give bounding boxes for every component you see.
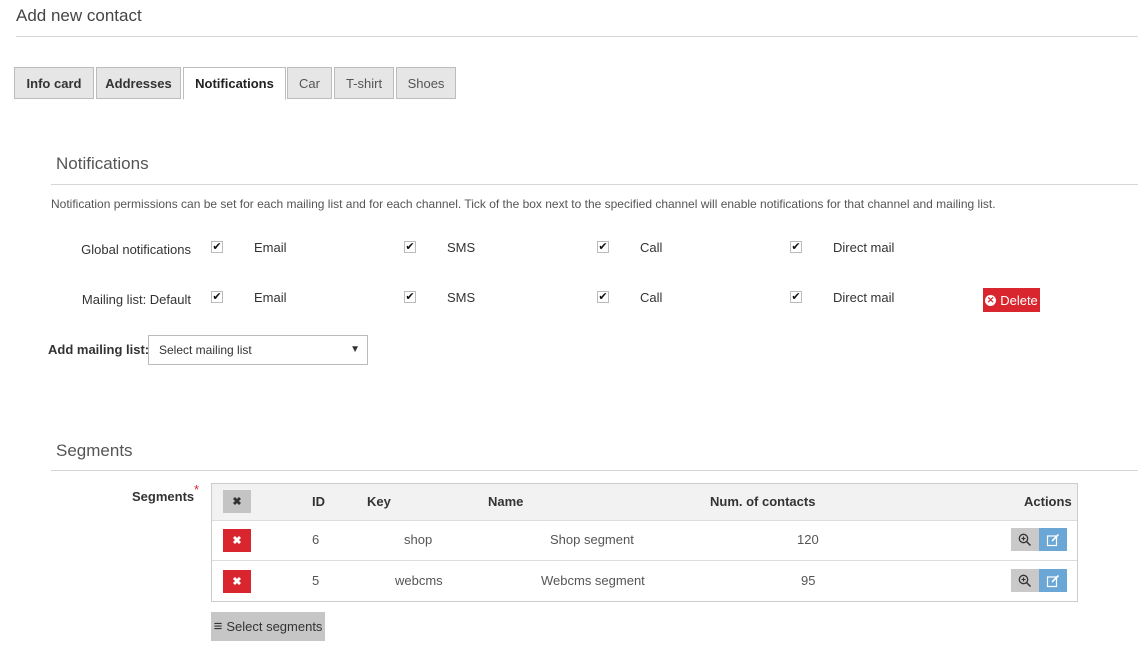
tab-addresses[interactable]: Addresses (96, 67, 181, 99)
default-sms-label: SMS (447, 290, 476, 305)
remove-segment-button[interactable]: ✖ (223, 570, 251, 593)
default-call-checkbox[interactable]: ✔ (597, 291, 609, 303)
close-icon: ✖ (232, 576, 242, 588)
notifications-description: Notification permissions can be set for … (51, 197, 996, 211)
view-segment-button[interactable] (1011, 569, 1039, 592)
close-icon: ✖ (232, 496, 242, 508)
header-num-contacts[interactable]: Num. of contacts (710, 494, 815, 509)
global-email-label: Email (254, 240, 287, 255)
tab-info-card[interactable]: Info card (14, 67, 94, 99)
global-call-checkbox[interactable]: ✔ (597, 241, 609, 253)
default-email-checkbox[interactable]: ✔ (211, 291, 223, 303)
view-segment-button[interactable] (1011, 528, 1039, 551)
segments-divider (51, 470, 1138, 471)
notifications-section-title: Notifications (56, 154, 149, 173)
cell-key: webcms (395, 573, 443, 588)
default-call-label: Call (640, 290, 663, 305)
remove-all-button[interactable]: ✖ (223, 490, 251, 513)
cell-key: shop (404, 532, 433, 547)
zoom-in-icon (1018, 533, 1032, 546)
global-notifications-label: Global notifications (81, 242, 191, 257)
chevron-down-icon: ▼ (350, 344, 360, 355)
global-direct-mail-checkbox[interactable]: ✔ (790, 241, 802, 253)
remove-segment-button[interactable]: ✖ (223, 529, 251, 552)
header-actions: Actions (1024, 494, 1072, 509)
close-icon: ✖ (232, 535, 242, 547)
header-key[interactable]: Key (367, 494, 391, 509)
close-circle-icon: ✕ (985, 294, 997, 306)
segments-section-title: Segments (56, 441, 133, 460)
delete-mailing-list-button[interactable]: ✕ Delete (983, 288, 1040, 312)
default-direct-mail-label: Direct mail (833, 290, 895, 305)
cell-num-contacts: 120 (797, 532, 819, 547)
add-mailing-list-label: Add mailing list: (48, 342, 150, 357)
edit-icon (1046, 533, 1060, 546)
header-id[interactable]: ID (312, 494, 325, 509)
cell-name: Webcms segment (541, 573, 645, 588)
global-email-checkbox[interactable]: ✔ (211, 241, 223, 253)
default-email-label: Email (254, 290, 287, 305)
cell-num-contacts: 95 (801, 573, 816, 588)
default-direct-mail-checkbox[interactable]: ✔ (790, 291, 802, 303)
tab-t-shirt[interactable]: T-shirt (334, 67, 394, 99)
select-segments-button[interactable]: ≡ Select segments (211, 612, 325, 641)
select-segments-label: Select segments (226, 619, 323, 634)
tab-notifications[interactable]: Notifications (183, 67, 286, 100)
global-sms-label: SMS (447, 240, 476, 255)
global-sms-checkbox[interactable]: ✔ (404, 241, 416, 253)
notifications-divider (51, 184, 1138, 185)
title-divider (16, 36, 1138, 37)
edit-segment-button[interactable] (1039, 569, 1067, 592)
mailing-list-select[interactable]: Select mailing list ▼ (148, 335, 368, 365)
table-header: ✖ ID Key Name Num. of contacts Actions (212, 484, 1077, 521)
global-call-label: Call (640, 240, 663, 255)
delete-button-label: Delete (1000, 292, 1038, 308)
cell-id: 5 (312, 573, 320, 588)
tab-car[interactable]: Car (287, 67, 332, 99)
table-row: ✖ 6 shop Shop segment 120 (212, 520, 1077, 561)
table-row: ✖ 5 webcms Webcms segment 95 (212, 561, 1077, 601)
default-sms-checkbox[interactable]: ✔ (404, 291, 416, 303)
edit-segment-button[interactable] (1039, 528, 1067, 551)
zoom-in-icon (1018, 574, 1032, 587)
menu-icon: ≡ (213, 618, 223, 635)
required-mark: * (194, 482, 200, 497)
global-direct-mail-label: Direct mail (833, 240, 895, 255)
page-title: Add new contact (16, 6, 142, 25)
segments-field-label: Segments (132, 489, 195, 504)
mailing-list-default-label: Mailing list: Default (81, 292, 191, 307)
header-name[interactable]: Name (488, 494, 523, 509)
cell-name: Shop segment (550, 532, 634, 547)
edit-icon (1046, 574, 1060, 587)
mailing-list-select-value: Select mailing list (159, 343, 252, 357)
cell-id: 6 (312, 532, 320, 547)
tab-shoes[interactable]: Shoes (396, 67, 456, 99)
segments-table: ✖ ID Key Name Num. of contacts Actions ✖… (211, 483, 1078, 602)
